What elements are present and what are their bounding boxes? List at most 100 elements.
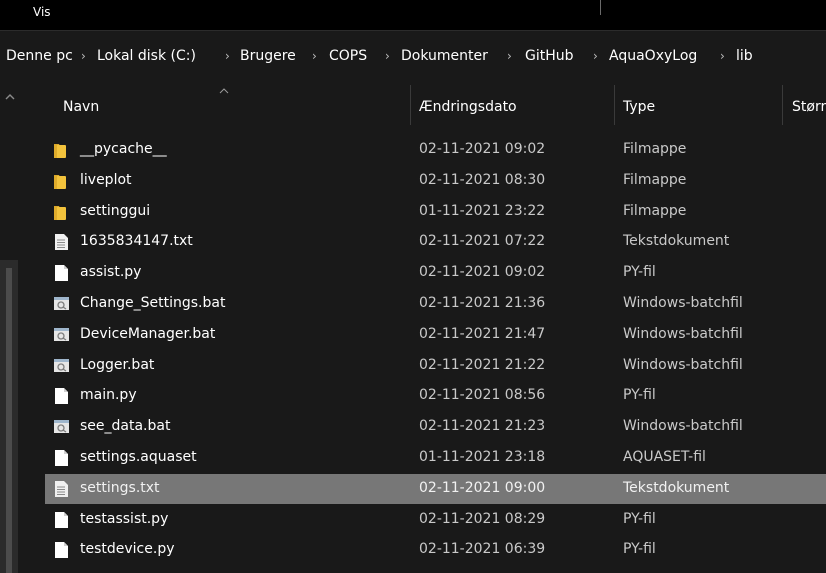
file-type: Tekstdokument: [623, 479, 730, 496]
file-name: 1635834147.txt: [80, 233, 193, 250]
file-row[interactable]: Change_Settings.bat 02-11-2021 21:36 Windo…: [45, 289, 826, 319]
file-icon: [53, 449, 69, 467]
file-row[interactable]: main.py 02-11-2021 08:56 PY-fil: [45, 381, 826, 411]
text-file-icon: [53, 233, 69, 251]
file-type: Windows-batchfil: [623, 356, 743, 373]
column-divider[interactable]: [410, 85, 411, 125]
file-date: 02-11-2021 08:29: [419, 510, 546, 527]
file-row[interactable]: 1635834147.txt 02-11-2021 07:22 Tekstdokum…: [45, 227, 826, 257]
ribbon-bar: Vis: [0, 0, 826, 30]
scroll-up-arrow-icon[interactable]: [3, 90, 17, 104]
file-row[interactable]: liveplot 02-11-2021 08:30 Filmappe: [45, 166, 826, 196]
file-type: Windows-batchfil: [623, 418, 743, 435]
file-row[interactable]: DeviceManager.bat 02-11-2021 21:47 Windows…: [45, 320, 826, 350]
breadcrumb-item[interactable]: lib: [736, 48, 753, 64]
file-row[interactable]: see_data.bat 02-11-2021 21:23 Windows-batc…: [45, 412, 826, 442]
column-divider[interactable]: [614, 85, 615, 125]
file-date: 02-11-2021 09:02: [419, 141, 546, 157]
file-row[interactable]: Logger.bat 02-11-2021 21:22 Windows-batchf…: [45, 351, 826, 381]
file-name: settinggui: [80, 202, 151, 219]
column-header-name[interactable]: Navn: [63, 99, 99, 115]
file-name: main.py: [80, 387, 137, 404]
menu-tab-view[interactable]: Vis: [33, 5, 51, 19]
column-header-type[interactable]: Type: [623, 99, 655, 115]
file-type: PY-fil: [623, 541, 656, 558]
file-type: AQUASET-fil: [623, 449, 706, 465]
file-date: 02-11-2021 08:56: [419, 387, 546, 404]
breadcrumb-chevron-icon[interactable]: ›: [312, 49, 317, 63]
file-date: 02-11-2021 21:47: [419, 325, 546, 342]
file-type: Windows-batchfil: [623, 325, 743, 342]
breadcrumb-item[interactable]: Lokal disk (C:): [97, 48, 196, 64]
file-name: see_data.bat: [80, 418, 171, 435]
file-type: Tekstdokument: [623, 233, 730, 250]
file-date: 02-11-2021 08:30: [419, 171, 546, 188]
file-row[interactable]: assist.py 02-11-2021 09:02 PY-fil: [45, 258, 826, 288]
breadcrumb-chevron-icon[interactable]: ›: [720, 49, 725, 63]
file-row[interactable]: testdevice.py 02-11-2021 06:39 PY-fil: [45, 535, 826, 565]
file-date: 02-11-2021 07:22: [419, 233, 546, 250]
address-bar[interactable]: Denne pc › Lokal disk (C:) › Brugere › C…: [0, 31, 826, 85]
file-type: PY-fil: [623, 387, 656, 404]
sort-ascending-icon: [219, 88, 229, 94]
file-icon: [53, 264, 69, 282]
breadcrumb-chevron-icon[interactable]: ›: [385, 49, 390, 63]
file-name: settings.aquaset: [80, 449, 197, 465]
column-divider[interactable]: [782, 85, 783, 125]
file-name: assist.py: [80, 264, 142, 281]
ribbon-divider: [600, 0, 601, 15]
file-name: DeviceManager.bat: [80, 325, 216, 342]
column-header-size[interactable]: Størr: [792, 99, 826, 115]
breadcrumb-item[interactable]: COPS: [329, 48, 367, 64]
file-type: Filmappe: [623, 202, 687, 219]
file-row[interactable]: settings.aquaset 01-11-2021 23:18 AQUASET-…: [45, 443, 826, 473]
file-date: 01-11-2021 23:18: [419, 449, 546, 465]
file-name: __pycache__: [80, 141, 167, 157]
file-date: 02-11-2021 06:39: [419, 541, 546, 558]
file-icon: [53, 511, 69, 529]
column-header-date[interactable]: Ændringsdato: [419, 99, 517, 115]
file-row[interactable]: testassist.py 02-11-2021 08:29 PY-fil: [45, 505, 826, 535]
folder-icon: [53, 203, 69, 221]
file-type: PY-fil: [623, 510, 656, 527]
file-name: testassist.py: [80, 510, 169, 527]
file-date: 02-11-2021 09:02: [419, 264, 546, 281]
file-row[interactable]: settings.txt 02-11-2021 09:00 Tekstdokumen…: [45, 473, 826, 504]
breadcrumb-chevron-icon[interactable]: ›: [593, 49, 598, 63]
file-row[interactable]: settinggui 01-11-2021 23:22 Filmappe: [45, 197, 826, 227]
file-date: 02-11-2021 21:23: [419, 418, 546, 435]
file-name: settings.txt: [80, 479, 160, 496]
scrollbar-thumb[interactable]: [6, 268, 12, 573]
file-name: testdevice.py: [80, 541, 175, 558]
breadcrumb-chevron-icon[interactable]: ›: [225, 49, 230, 63]
file-list: Navn Ændringsdato Type Størr __pycache__…: [0, 85, 826, 573]
breadcrumb-item[interactable]: AquaOxyLog: [609, 48, 697, 64]
file-type: Windows-batchfil: [623, 295, 743, 311]
file-date: 02-11-2021 21:36: [419, 295, 546, 311]
batch-file-icon: [53, 295, 69, 313]
file-date: 02-11-2021 21:22: [419, 356, 546, 373]
file-row[interactable]: __pycache__ 02-11-2021 09:02 Filmappe: [45, 135, 826, 165]
file-icon: [53, 541, 69, 559]
file-date: 02-11-2021 09:00: [419, 479, 546, 496]
breadcrumb-item[interactable]: Dokumenter: [401, 48, 488, 64]
breadcrumb-chevron-icon[interactable]: ›: [81, 49, 86, 63]
breadcrumb-item[interactable]: Brugere: [240, 48, 296, 64]
breadcrumb-chevron-icon[interactable]: ›: [507, 49, 512, 63]
folder-icon: [53, 172, 69, 190]
text-file-icon: [53, 480, 69, 498]
file-name: Logger.bat: [80, 356, 155, 373]
file-name: liveplot: [80, 171, 132, 188]
file-type: Filmappe: [623, 141, 687, 157]
batch-file-icon: [53, 418, 69, 436]
file-type: Filmappe: [623, 171, 687, 188]
folder-icon: [53, 141, 69, 159]
breadcrumb-item[interactable]: Denne pc: [6, 48, 73, 64]
file-name: Change_Settings.bat: [80, 295, 226, 311]
file-icon: [53, 387, 69, 405]
batch-file-icon: [53, 326, 69, 344]
batch-file-icon: [53, 357, 69, 375]
file-type: PY-fil: [623, 264, 656, 281]
breadcrumb-item[interactable]: GitHub: [525, 48, 574, 64]
file-date: 01-11-2021 23:22: [419, 202, 546, 219]
